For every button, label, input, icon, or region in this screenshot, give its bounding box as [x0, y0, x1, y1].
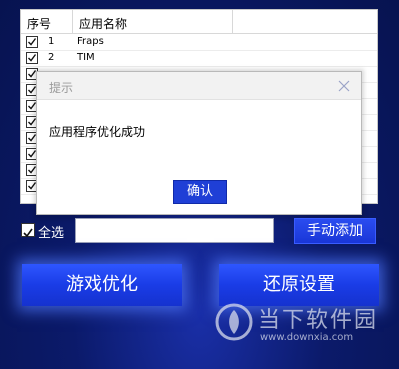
column-divider [72, 10, 73, 34]
manual-add-button[interactable]: 手动添加 [294, 218, 376, 244]
watermark-url: www.downxia.com [260, 332, 354, 343]
list-header: 序号 应用名称 [21, 10, 377, 34]
game-optimize-button[interactable]: 游戏优化 [22, 264, 182, 306]
app-path-input[interactable] [75, 218, 274, 243]
watermark: 当下软件园 www.downxia.com [212, 300, 392, 350]
select-all-label: 全选 [38, 226, 65, 241]
row-checkbox[interactable] [26, 36, 38, 48]
dialog-message: 应用程序优化成功 [49, 125, 146, 139]
dialog-titlebar: 提示 [37, 72, 361, 100]
column-header-app-name: 应用名称 [79, 17, 128, 31]
row-app-name: Fraps [77, 36, 104, 47]
column-divider [232, 10, 233, 34]
row-number: 2 [48, 52, 55, 63]
close-icon[interactable] [337, 78, 351, 92]
select-all-checkbox[interactable] [21, 223, 35, 238]
watermark-name: 当下软件园 [258, 308, 379, 333]
list-row[interactable]: 2 TIM [21, 51, 377, 67]
column-header-number: 序号 [27, 17, 52, 31]
downxia-logo-icon [214, 302, 254, 342]
row-app-name: TIM [77, 52, 95, 63]
row-checkbox[interactable] [26, 52, 38, 64]
list-row[interactable]: 1 Fraps [21, 35, 377, 51]
dialog-title: 提示 [49, 81, 74, 95]
message-dialog: 提示 应用程序优化成功 确认 [36, 71, 362, 215]
row-number: 1 [48, 36, 55, 47]
confirm-button[interactable]: 确认 [173, 180, 227, 204]
